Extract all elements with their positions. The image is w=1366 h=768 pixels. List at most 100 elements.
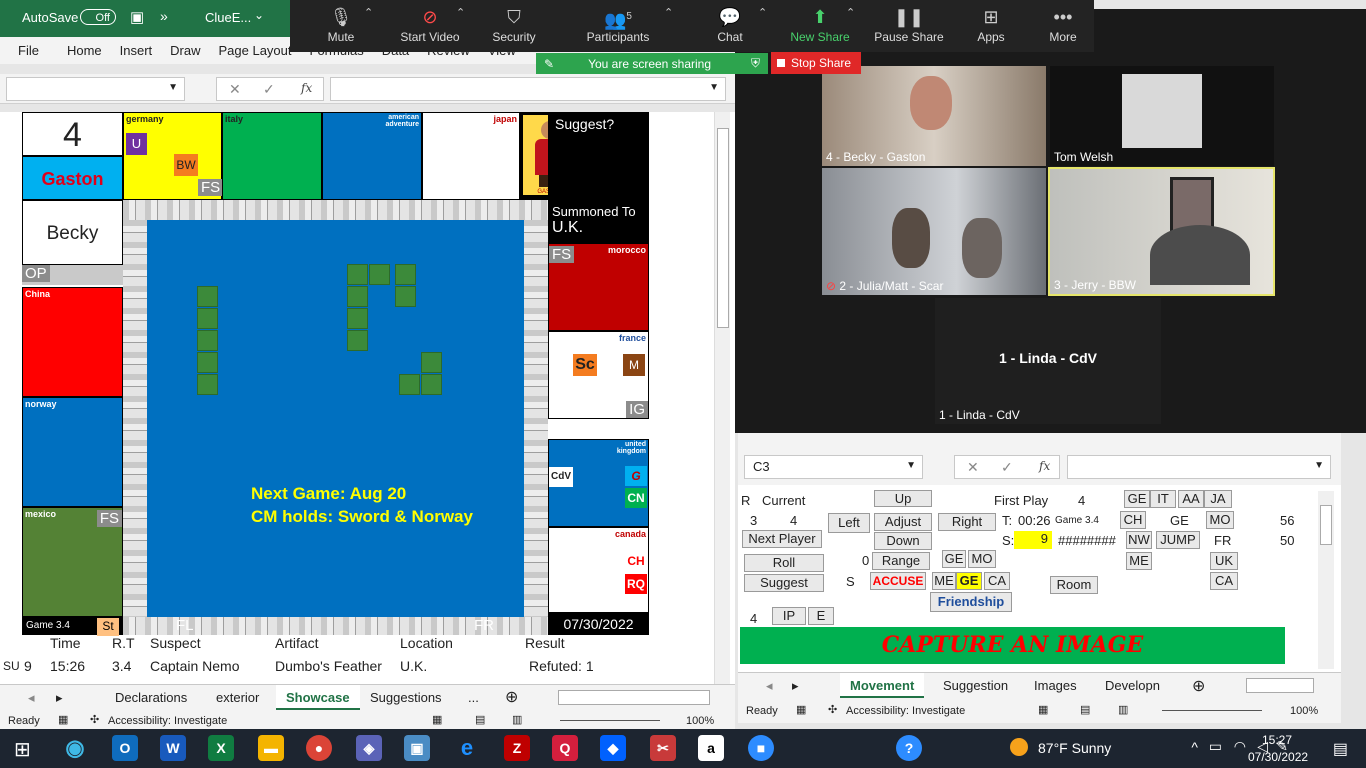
more-button[interactable]: ••• More	[1038, 0, 1088, 52]
zoom-slider-2[interactable]	[1162, 710, 1262, 711]
left-button[interactable]: Left	[828, 513, 870, 533]
tab-development[interactable]: Developn	[1105, 678, 1160, 693]
code-it-button[interactable]: IT	[1150, 490, 1176, 508]
tab-more[interactable]: ...	[468, 690, 479, 705]
code-ge-selected-button[interactable]: GE	[956, 572, 982, 590]
windows-start-icon[interactable]: ⊞	[14, 737, 31, 762]
name-box-2[interactable]: C3 ▼	[744, 455, 923, 479]
pause-share-button[interactable]: ❚❚ Pause Share	[872, 0, 946, 52]
code-me-top-button[interactable]: ME	[1126, 552, 1152, 570]
add-sheet-icon[interactable]: ⊕	[505, 687, 518, 707]
remote-app-icon[interactable]: ◈	[356, 735, 382, 761]
roll-button[interactable]: Roll	[744, 554, 824, 572]
macro-icon[interactable]: ▦	[796, 703, 806, 716]
horizontal-scrollbar[interactable]	[558, 690, 710, 705]
country-china[interactable]: China	[22, 287, 123, 397]
code-ch-button[interactable]: CH	[1120, 511, 1146, 529]
battery-icon[interactable]: ▭	[1209, 738, 1222, 755]
tab-prev-icon[interactable]: ◂	[766, 678, 773, 694]
zoom-slider[interactable]	[560, 720, 660, 721]
vertical-scrollbar[interactable]	[714, 112, 730, 684]
chevron-up-icon[interactable]: ⌃	[758, 6, 767, 19]
horizontal-scrollbar-2[interactable]	[1246, 678, 1314, 693]
country-italy[interactable]: italy	[222, 112, 322, 200]
country-canada[interactable]: canada CH RQ	[548, 527, 649, 613]
adjust-button[interactable]: Adjust	[874, 513, 932, 531]
video-tile-linda[interactable]: 1 - Linda - CdV 1 - Linda - CdV	[935, 298, 1161, 424]
zoom-app-icon[interactable]: ■	[748, 735, 774, 761]
capture-image-button[interactable]: CAPTURE AN IMAGE	[740, 627, 1285, 664]
video-tile-becky[interactable]: 4 - Becky - Gaston	[822, 66, 1046, 166]
function-icon[interactable]: fx	[301, 81, 312, 95]
security-button[interactable]: ⛉ Security	[484, 0, 544, 52]
dropbox-icon[interactable]: ◆	[600, 735, 626, 761]
notification-icon[interactable]: ▤	[1333, 739, 1348, 759]
page-break-icon[interactable]: ▥	[1118, 703, 1128, 716]
more-commands-icon[interactable]: »	[160, 8, 168, 24]
code-ge-button[interactable]: GE	[942, 550, 966, 568]
chevron-up-icon[interactable]: ⌃	[364, 6, 373, 19]
wifi-icon[interactable]: ◠	[1234, 738, 1246, 755]
page-break-icon[interactable]: ▥	[512, 713, 522, 726]
function-icon[interactable]: fx	[1039, 459, 1050, 473]
snip-icon[interactable]: ✂	[650, 735, 676, 761]
amazon-icon[interactable]: a	[698, 735, 724, 761]
country-united-kingdom[interactable]: united kingdom CdV G CN FS	[548, 439, 649, 548]
suggest-prompt[interactable]: Suggest?	[548, 112, 649, 200]
chevron-up-icon[interactable]: ⌃	[456, 6, 465, 19]
code-nw-button[interactable]: NW	[1126, 531, 1152, 549]
friendship-button[interactable]: Friendship	[930, 592, 1012, 612]
cancel-icon[interactable]: ✕	[229, 81, 241, 98]
scroll-thumb-2[interactable]	[1320, 505, 1332, 545]
status-accessibility-2[interactable]: Accessibility: Investigate	[846, 705, 965, 717]
chevron-up-icon[interactable]: ⌃	[664, 6, 673, 19]
participants-button[interactable]: 👥5 Participants	[570, 0, 666, 52]
country-germany[interactable]: germany U BW FS	[123, 112, 224, 200]
name-box[interactable]: ▼	[6, 77, 185, 101]
chevron-up-icon[interactable]: ⌃	[846, 6, 855, 19]
monitor-icon[interactable]: ▣	[404, 735, 430, 761]
suggest-button[interactable]: Suggest	[744, 574, 824, 592]
enter-icon[interactable]: ✓	[263, 81, 275, 98]
menu-insert[interactable]: Insert	[120, 43, 153, 58]
new-share-button[interactable]: ⬆ New Share	[786, 0, 854, 52]
formula-input-2[interactable]: ▼	[1067, 455, 1331, 479]
chat-button[interactable]: 💬 Chat	[700, 0, 760, 52]
video-tile-tom[interactable]: Tom Welsh	[1050, 66, 1274, 166]
normal-view-icon[interactable]: ▦	[432, 713, 442, 726]
right-button[interactable]: Right	[938, 513, 996, 531]
tray-chevron-up-icon[interactable]: ^	[1191, 739, 1198, 755]
file-explorer-icon[interactable]: ▬	[258, 735, 284, 761]
file-name[interactable]: ClueE...	[205, 10, 251, 25]
clock-date[interactable]: 07/30/2022	[1248, 750, 1308, 764]
tab-exterior[interactable]: exterior	[216, 690, 259, 705]
add-sheet-icon[interactable]: ⊕	[1192, 676, 1205, 696]
stop-share-button[interactable]: Stop Share	[771, 52, 861, 74]
word-icon[interactable]: W	[160, 735, 186, 761]
jump-button[interactable]: JUMP	[1156, 531, 1200, 549]
vertical-scrollbar-2[interactable]	[1318, 491, 1334, 669]
code-me-button[interactable]: ME	[932, 572, 956, 590]
up-button[interactable]: Up	[874, 490, 932, 507]
normal-view-icon[interactable]: ▦	[1038, 703, 1048, 716]
enter-icon[interactable]: ✓	[1001, 459, 1013, 476]
weather-sun-icon[interactable]	[1010, 738, 1028, 756]
country-mexico[interactable]: mexico FS	[22, 507, 123, 617]
code-ca-top-button[interactable]: CA	[1210, 572, 1238, 590]
tab-images[interactable]: Images	[1034, 678, 1077, 693]
code-uk-button[interactable]: UK	[1210, 552, 1238, 570]
code-ca-button[interactable]: CA	[984, 572, 1010, 590]
tab-prev-icon[interactable]: ◂	[28, 690, 35, 706]
ip-button[interactable]: IP	[772, 607, 806, 625]
code-mo-top-button[interactable]: MO	[1206, 511, 1234, 529]
code-mo-button[interactable]: MO	[968, 550, 996, 568]
room-button[interactable]: Room	[1050, 576, 1098, 594]
e-button[interactable]: E	[808, 607, 834, 625]
video-tile-jerry[interactable]: 3 - Jerry - BBW	[1048, 167, 1275, 296]
down-button[interactable]: Down	[874, 532, 932, 550]
chevron-down-icon[interactable]: ⌄	[254, 8, 264, 22]
page-layout-icon[interactable]: ▤	[1080, 703, 1090, 716]
next-player-button[interactable]: Next Player	[742, 530, 822, 548]
macro-icon[interactable]: ▦	[58, 713, 68, 726]
country-norway[interactable]: norway	[22, 397, 123, 507]
